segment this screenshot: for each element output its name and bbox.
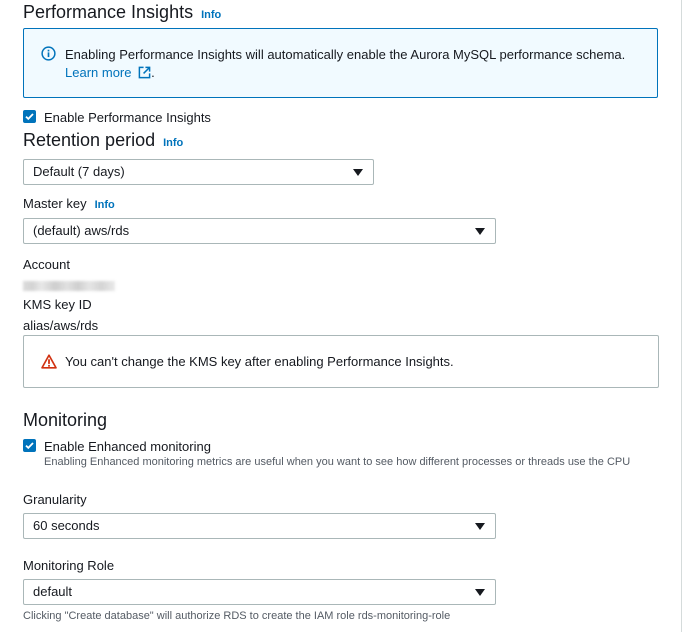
caret-down-icon (353, 169, 363, 176)
granularity-label: Granularity (23, 492, 87, 507)
info-alert: Enabling Performance Insights will autom… (23, 28, 658, 98)
info-circle-icon (41, 46, 56, 66)
external-link-icon[interactable] (138, 66, 151, 82)
retention-period-info-link[interactable]: Info (163, 137, 183, 149)
kms-key-id-label: KMS key ID (23, 297, 92, 312)
warning-triangle-icon (41, 354, 57, 374)
retention-period-title: Retention period (23, 130, 156, 150)
monitoring-role-label: Monitoring Role (23, 558, 115, 573)
caret-down-icon (475, 228, 485, 235)
monitoring-heading: Monitoring (23, 410, 108, 430)
redacted-account-id (23, 281, 115, 291)
enable-performance-insights-label[interactable]: Enable Performance Insights (44, 110, 211, 125)
warning-alert: You can't change the KMS key after enabl… (23, 335, 659, 388)
info-alert-text: Enabling Performance Insights will autom… (65, 47, 626, 62)
caret-down-icon (475, 523, 485, 530)
enable-enhanced-monitoring-label[interactable]: Enable Enhanced monitoring (44, 439, 211, 454)
monitoring-role-description: Clicking "Create database" will authoriz… (23, 610, 451, 622)
retention-period-select[interactable]: Default (7 days) (23, 159, 374, 185)
master-key-select[interactable]: (default) aws/rds (23, 218, 496, 244)
learn-more-link[interactable]: Learn more (65, 65, 131, 80)
monitoring-role-select[interactable]: default (23, 579, 496, 605)
performance-insights-heading: Performance Insights Info (23, 2, 221, 23)
info-alert-link-row: Learn more . (65, 65, 155, 82)
retention-period-heading: Retention period Info (23, 130, 183, 151)
performance-insights-info-link[interactable]: Info (201, 9, 221, 21)
master-key-heading: Master key Info (23, 196, 115, 211)
master-key-label: Master key (23, 196, 87, 211)
warning-alert-text: You can't change the KMS key after enabl… (65, 354, 454, 369)
granularity-select[interactable]: 60 seconds (23, 513, 496, 539)
retention-period-value: Default (7 days) (33, 164, 125, 179)
monitoring-role-value: default (33, 584, 73, 599)
enable-performance-insights-checkbox[interactable] (23, 110, 36, 123)
master-key-value: (default) aws/rds (33, 223, 130, 238)
enhanced-monitoring-description: Enabling Enhanced monitoring metrics are… (44, 456, 631, 468)
check-icon (25, 113, 34, 121)
learn-more-suffix: . (151, 65, 155, 80)
kms-key-id-value: alias/aws/rds (23, 318, 99, 333)
master-key-info-link[interactable]: Info (95, 199, 115, 211)
performance-insights-title: Performance Insights (23, 2, 194, 22)
granularity-value: 60 seconds (33, 518, 100, 533)
enable-enhanced-monitoring-checkbox[interactable] (23, 439, 36, 452)
check-icon (25, 442, 34, 450)
caret-down-icon (475, 589, 485, 596)
account-label: Account (23, 257, 70, 272)
